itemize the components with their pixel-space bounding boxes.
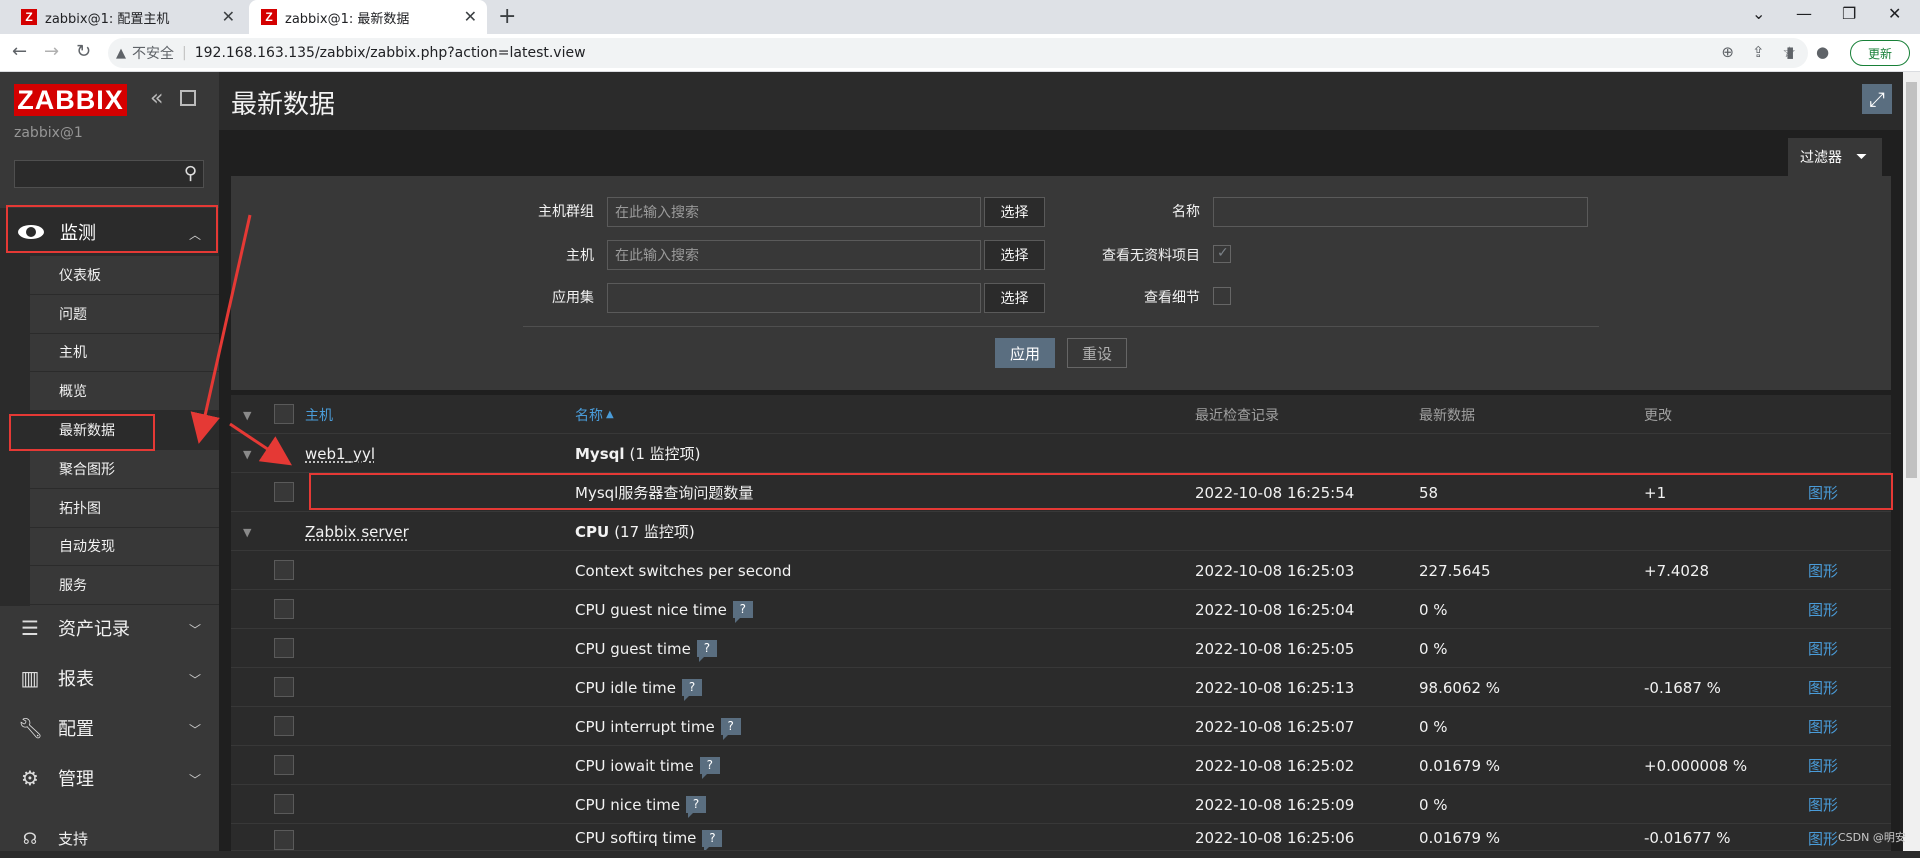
- annotation-arrows: [190, 214, 292, 466]
- annotation-arrow-down: [190, 214, 252, 444]
- annotation-arrow-right: [229, 422, 292, 466]
- watermark: CSDN @明安: [1838, 831, 1906, 844]
